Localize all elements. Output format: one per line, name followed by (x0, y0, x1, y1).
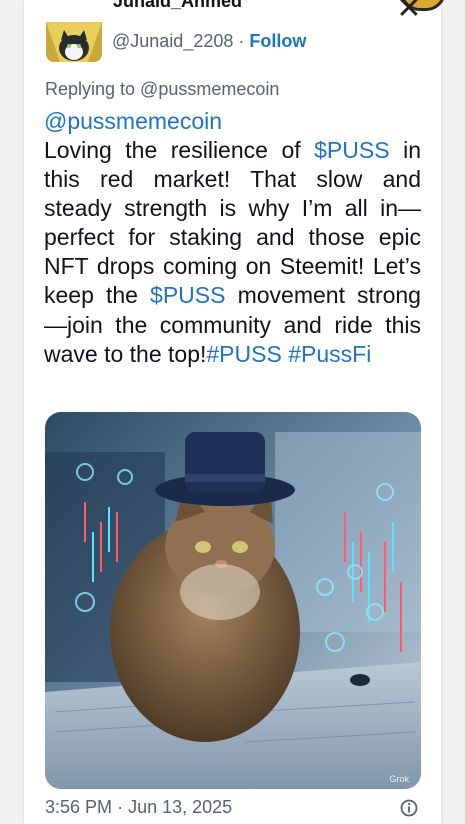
tweet-segment: Loving the resilience of (44, 137, 315, 163)
reply-mention-link[interactable]: @pussmemecoin (44, 108, 222, 135)
tweet-image[interactable]: Grok (45, 412, 421, 789)
avatar[interactable] (46, 22, 102, 62)
tweet-timestamp: 3:56 PM · Jun 13, 2025 (45, 797, 232, 818)
follow-button[interactable]: Follow (249, 31, 306, 51)
replying-to-label: Replying to @pussmemecoin (45, 79, 280, 99)
cashtag-link[interactable]: $PUSS (314, 137, 389, 163)
cashtag-link[interactable]: $PUSS (150, 282, 225, 308)
separator: · (238, 31, 245, 51)
author-handle[interactable]: @Junaid_2208 (112, 31, 233, 51)
tweet-date[interactable]: Jun 13, 2025 (128, 797, 232, 817)
author-display-name[interactable]: Junaid_Ahmed (113, 0, 242, 12)
close-icon[interactable]: ✕ (394, 0, 424, 24)
hashtag-link[interactable]: #PUSS (206, 341, 281, 367)
hashtag-link[interactable]: #PussFi (288, 341, 371, 367)
author-handle-row: @Junaid_2208 · Follow (112, 31, 306, 52)
tweet-time[interactable]: 3:56 PM (45, 797, 112, 817)
tweet-text: Loving the resilience of $PUSS in this r… (44, 136, 421, 369)
separator: · (117, 797, 124, 817)
grok-watermark: Grok (389, 774, 409, 784)
info-icon[interactable] (400, 799, 418, 817)
